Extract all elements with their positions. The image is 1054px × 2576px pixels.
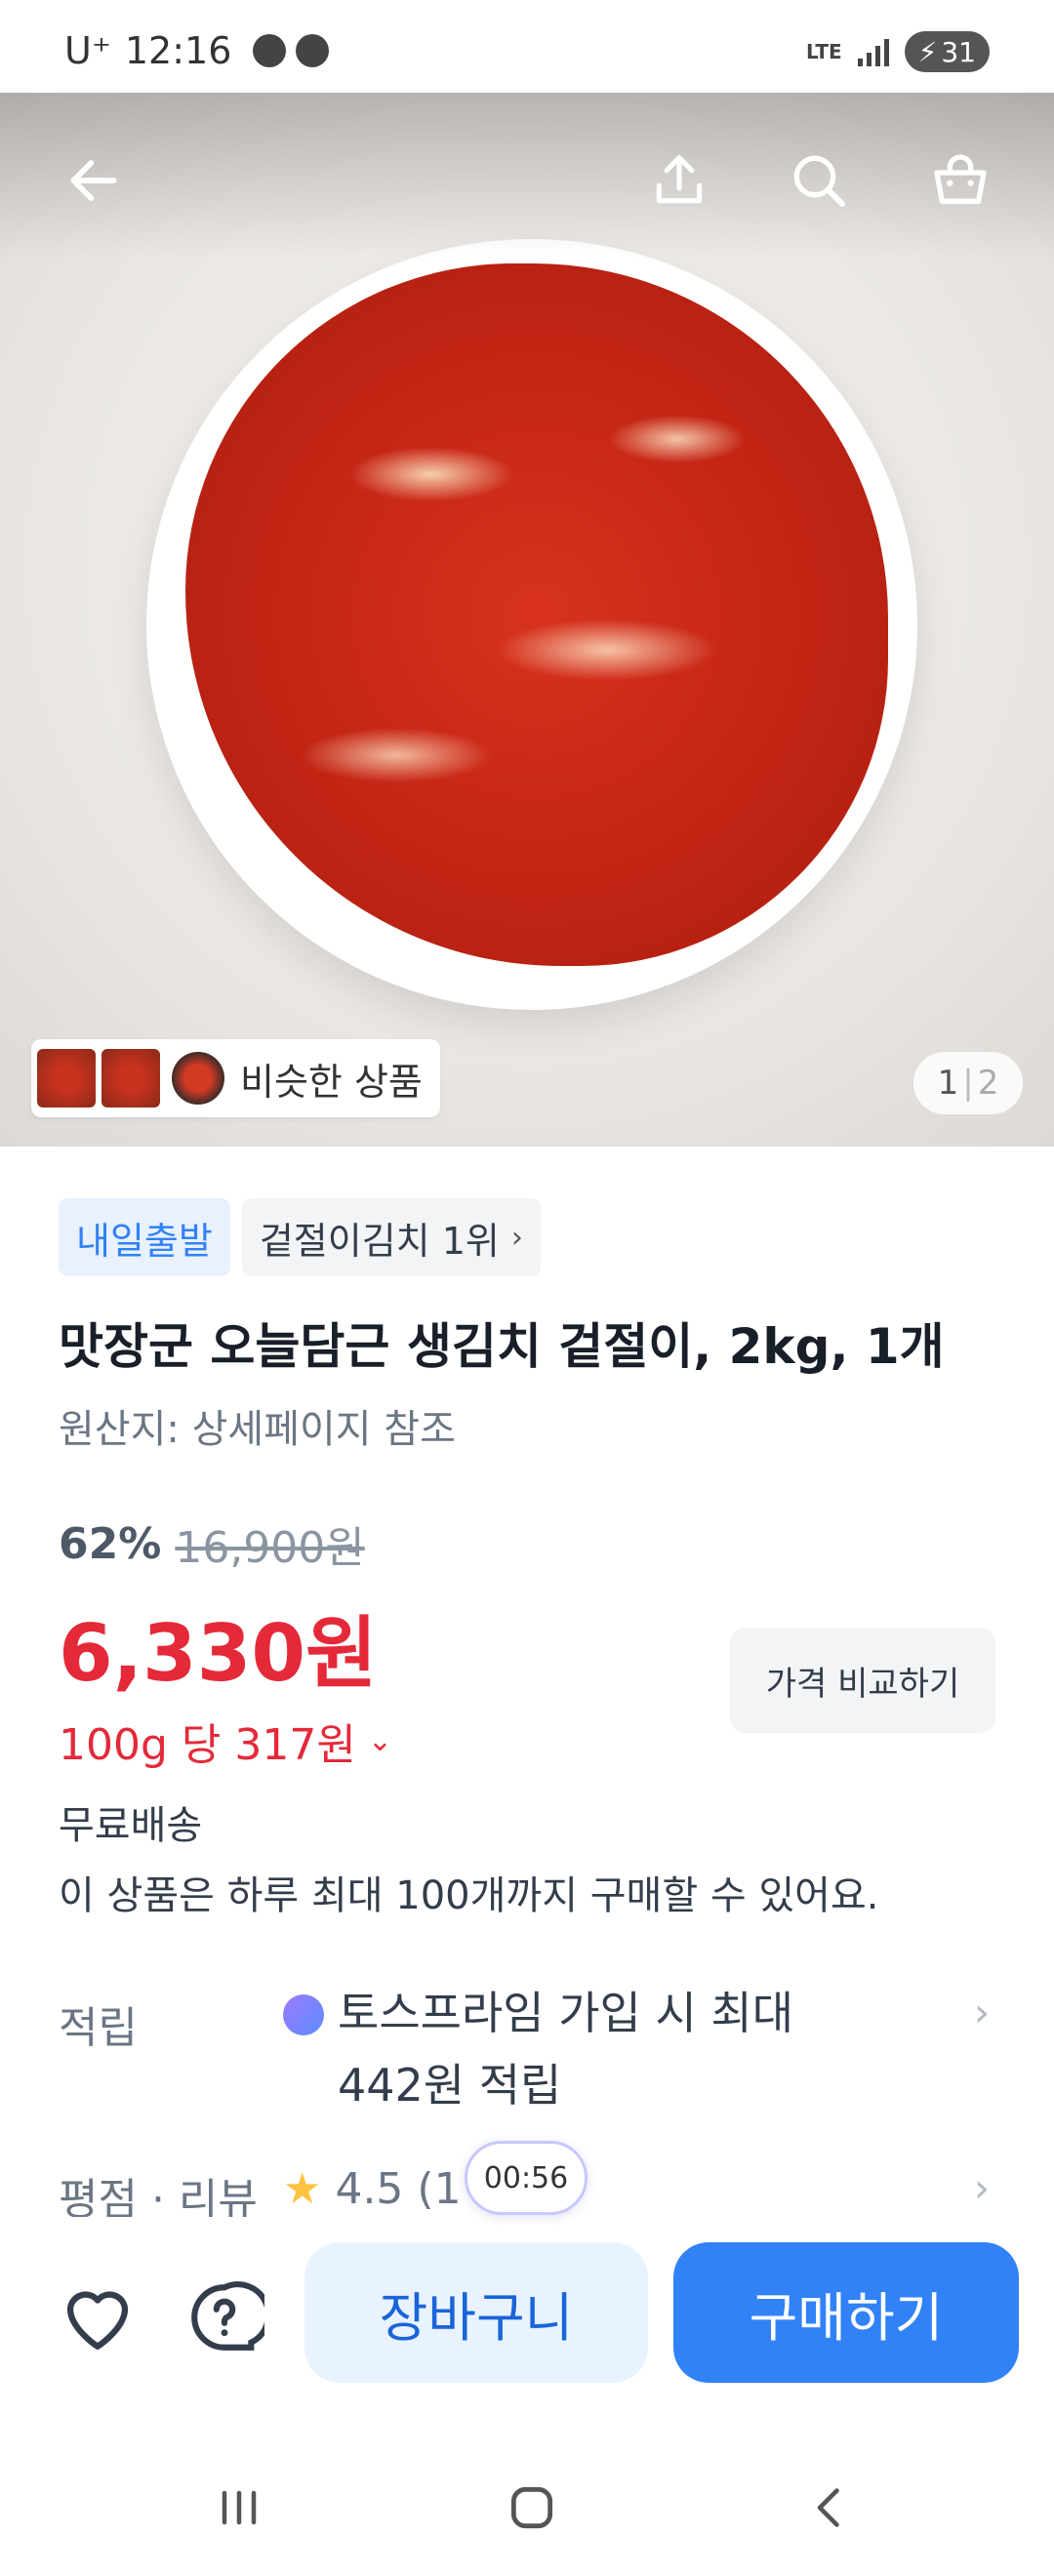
wishlist-button[interactable] xyxy=(54,2274,142,2361)
battery-level: 31 xyxy=(941,35,976,68)
discount-row: 62% 16,900원 xyxy=(59,1512,365,1575)
question-chat-icon xyxy=(191,2281,264,2351)
reviews-label: 평점 · 리뷰 xyxy=(59,2175,258,2217)
heart-icon xyxy=(66,2291,129,2350)
discount-rate: 62% xyxy=(59,1518,162,1569)
back-button[interactable] xyxy=(55,141,133,220)
similar-products-label: 비슷한 상품 xyxy=(240,1060,423,1104)
recent-apps-button[interactable] xyxy=(200,2469,278,2547)
recent-apps-icon xyxy=(222,2490,257,2525)
chevron-right-icon: › xyxy=(974,1991,990,2035)
back-nav-button[interactable] xyxy=(790,2469,869,2547)
cart-bag-button[interactable] xyxy=(921,141,999,220)
original-price: 16,900원 xyxy=(175,1523,365,1573)
points-line-1: 토스프라임 가입 시 최대 xyxy=(338,1987,794,2039)
toss-prime-icon xyxy=(283,1994,324,2035)
product-image-carousel[interactable]: 비슷한 상품 1 | 2 xyxy=(0,93,1054,1147)
purchase-limit-info: 이 상품은 하루 최대 100개까지 구매할 수 있어요. xyxy=(59,1873,879,1918)
similar-product-thumbnail xyxy=(101,1049,160,1107)
inquiry-button[interactable] xyxy=(181,2274,268,2361)
shopping-bag-icon xyxy=(934,154,987,204)
price-compare-button[interactable]: 가격 비교하기 xyxy=(730,1628,995,1733)
chevron-down-icon: ⌄ xyxy=(367,1723,392,1758)
add-to-cart-button[interactable]: 장바구니 xyxy=(304,2242,648,2383)
similar-products-button[interactable]: 비슷한 상품 xyxy=(31,1039,440,1117)
chevron-right-icon: › xyxy=(974,2168,990,2211)
shipping-info: 무료배송 xyxy=(59,1803,203,1848)
chat-notification-icon xyxy=(296,34,330,67)
chevron-right-icon: › xyxy=(510,1220,523,1255)
ranking-badge-label: 겉절이김치 1위 xyxy=(259,1219,500,1263)
unit-price-toggle[interactable]: 100g 당 317원 ⌄ xyxy=(59,1710,392,1772)
points-line-2: 442원 적립 xyxy=(338,2059,562,2112)
points-description: 토스프라임 가입 시 최대 442원 적립 xyxy=(338,1977,793,2121)
similar-product-thumbnail xyxy=(172,1052,224,1105)
signal-icon xyxy=(857,37,889,66)
search-button[interactable] xyxy=(780,141,858,220)
search-icon xyxy=(793,155,845,207)
sale-price: 6,330원 xyxy=(59,1608,378,1699)
timer-badge[interactable]: 00:56 xyxy=(465,2141,588,2215)
charging-bolt-icon: ⚡ xyxy=(917,35,938,68)
ranking-badge[interactable]: 겉절이김치 1위 › xyxy=(241,1198,541,1276)
product-title: 맛장군 오늘담근 생김치 겉절이, 2kg, 1개 xyxy=(59,1318,945,1375)
battery-indicator: ⚡ 31 xyxy=(904,31,990,72)
share-button[interactable] xyxy=(640,141,718,220)
rating-value: 4.5 (1 xyxy=(335,2168,462,2214)
image-page-indicator: 1 | 2 xyxy=(913,1052,1023,1114)
status-bar: U⁺ 12:16 LTE ⚡ 31 xyxy=(0,0,1054,93)
product-badges: 내일출발 겉절이김치 1위 › xyxy=(59,1198,541,1276)
weather-notification-icon xyxy=(253,34,287,67)
share-icon xyxy=(656,155,703,204)
page-separator: | xyxy=(962,1064,974,1103)
top-toolbar xyxy=(0,93,1054,259)
back-chevron-icon xyxy=(817,2488,839,2527)
star-icon: ★ xyxy=(283,2168,322,2214)
buy-now-button[interactable]: 구매하기 xyxy=(673,2242,1019,2383)
delivery-badge: 내일출발 xyxy=(59,1198,230,1276)
home-icon xyxy=(510,2486,553,2529)
unit-price-label: 100g 당 317원 xyxy=(59,1720,356,1770)
review-rating: ★ 4.5 (1 xyxy=(283,2168,462,2214)
similar-product-thumbnail xyxy=(37,1049,96,1107)
page-total: 2 xyxy=(977,1064,999,1103)
network-type: LTE xyxy=(805,40,842,63)
clock: 12:16 xyxy=(124,29,232,72)
carrier-label: U⁺ xyxy=(64,29,111,72)
page-current: 1 xyxy=(937,1064,959,1103)
home-button[interactable] xyxy=(493,2469,571,2547)
back-arrow-icon xyxy=(70,160,117,201)
points-label: 적립 xyxy=(59,2003,138,2053)
product-origin: 원산지: 상세페이지 참조 xyxy=(59,1407,456,1452)
